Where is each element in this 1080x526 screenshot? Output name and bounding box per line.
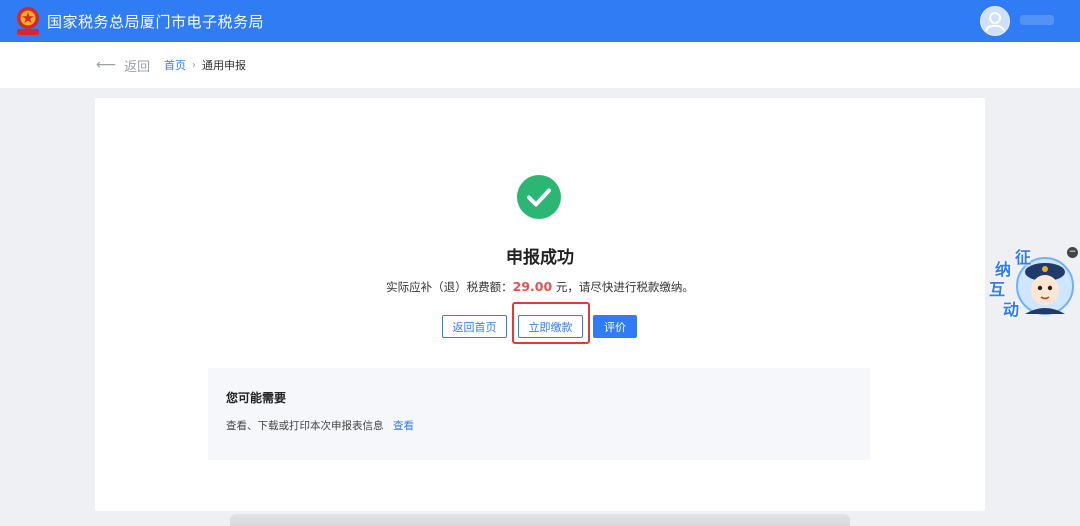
user-name-placeholder[interactable] [1020, 15, 1054, 25]
suggestions-panel: 您可能需要 查看、下载或打印本次申报表信息 查看 [208, 368, 870, 460]
nav-bar: ⟵ 返回 首页 › 通用申报 [0, 42, 1080, 88]
tax-interaction-widget[interactable]: 征 纳 互 动 [985, 242, 1080, 324]
widget-close-icon[interactable]: − [1067, 247, 1078, 258]
widget-char-1: 征 [1015, 248, 1032, 267]
result-title: 申报成功 [506, 248, 574, 268]
national-emblem-icon [17, 7, 39, 35]
breadcrumb-separator: › [192, 59, 196, 71]
tax-amount-value: 29.00 [512, 279, 553, 294]
breadcrumb-home-link[interactable]: 首页 [164, 57, 186, 73]
view-declaration-link[interactable]: 查看 [393, 418, 414, 433]
rate-button[interactable]: 评价 [593, 315, 637, 338]
tax-amount-suffix: 元，请尽快进行税款缴纳。 [552, 280, 694, 294]
back-to-home-button[interactable]: 返回首页 [442, 315, 507, 338]
result-description: 实际应补（退）税费额：29.00 元，请尽快进行税款缴纳。 [0, 279, 1080, 295]
widget-char-4: 动 [1003, 300, 1020, 319]
user-avatar-icon[interactable] [980, 6, 1010, 36]
success-check-icon [517, 175, 561, 219]
suggestions-text: 查看、下载或打印本次申报表信息 [226, 420, 384, 432]
breadcrumb-current: 通用申报 [202, 59, 246, 72]
pay-now-button[interactable]: 立即缴款 [518, 315, 583, 338]
back-label: 返回 [124, 59, 151, 75]
bottom-bar-shadow [230, 514, 850, 526]
back-button[interactable]: ⟵ 返回 [96, 54, 150, 76]
app-title: 国家税务总局厦门市电子税务局 [47, 13, 265, 31]
breadcrumb: 首页 › 通用申报 [164, 57, 246, 73]
arrow-left-icon: ⟵ [96, 57, 117, 73]
tax-amount-label: 实际应补（退）税费额： [386, 280, 513, 294]
top-bar: 国家税务总局厦门市电子税务局 [0, 0, 1080, 42]
suggestions-title: 您可能需要 [226, 391, 287, 405]
